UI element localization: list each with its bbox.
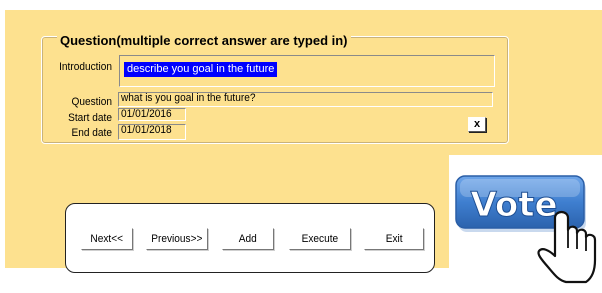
form-window: Question(multiple correct answer are typ… (0, 0, 602, 293)
vote-badge: Vote (455, 175, 597, 284)
exit-button-label: Exit (385, 233, 403, 245)
introduction-field[interactable]: describe you goal in the future (119, 55, 495, 87)
vote-text: Vote (470, 185, 557, 225)
question-group-title: Question(multiple correct answer are typ… (57, 33, 351, 49)
add-button-label: Add (238, 233, 257, 245)
start-date-label: Start date (68, 112, 112, 124)
question-value: what is you goal in the future? (121, 92, 256, 104)
introduction-value: describe you goal in the future (124, 62, 278, 77)
clear-button[interactable]: x (468, 117, 486, 132)
add-button[interactable]: Add (222, 228, 274, 250)
start-date-value: 01/01/2016 (121, 108, 172, 120)
vote-graphic[interactable]: Vote (452, 170, 600, 286)
previous-button[interactable]: Previous>> (146, 228, 208, 250)
start-date-field[interactable]: 01/01/2016 (118, 108, 186, 121)
previous-button-label: Previous>> (151, 233, 203, 245)
question-field[interactable]: what is you goal in the future? (118, 92, 493, 107)
end-date-label: End date (71, 127, 112, 139)
next-button[interactable]: Next<< (81, 228, 133, 250)
execute-button-label: Execute (301, 233, 339, 245)
end-date-field[interactable]: 01/01/2018 (118, 124, 186, 140)
question-label: Question (71, 96, 112, 108)
end-date-value: 01/01/2018 (121, 124, 172, 136)
introduction-label: Introduction (59, 61, 112, 73)
exit-button[interactable]: Exit (364, 228, 424, 250)
next-button-label: Next<< (90, 233, 124, 245)
execute-button[interactable]: Execute (289, 228, 351, 250)
